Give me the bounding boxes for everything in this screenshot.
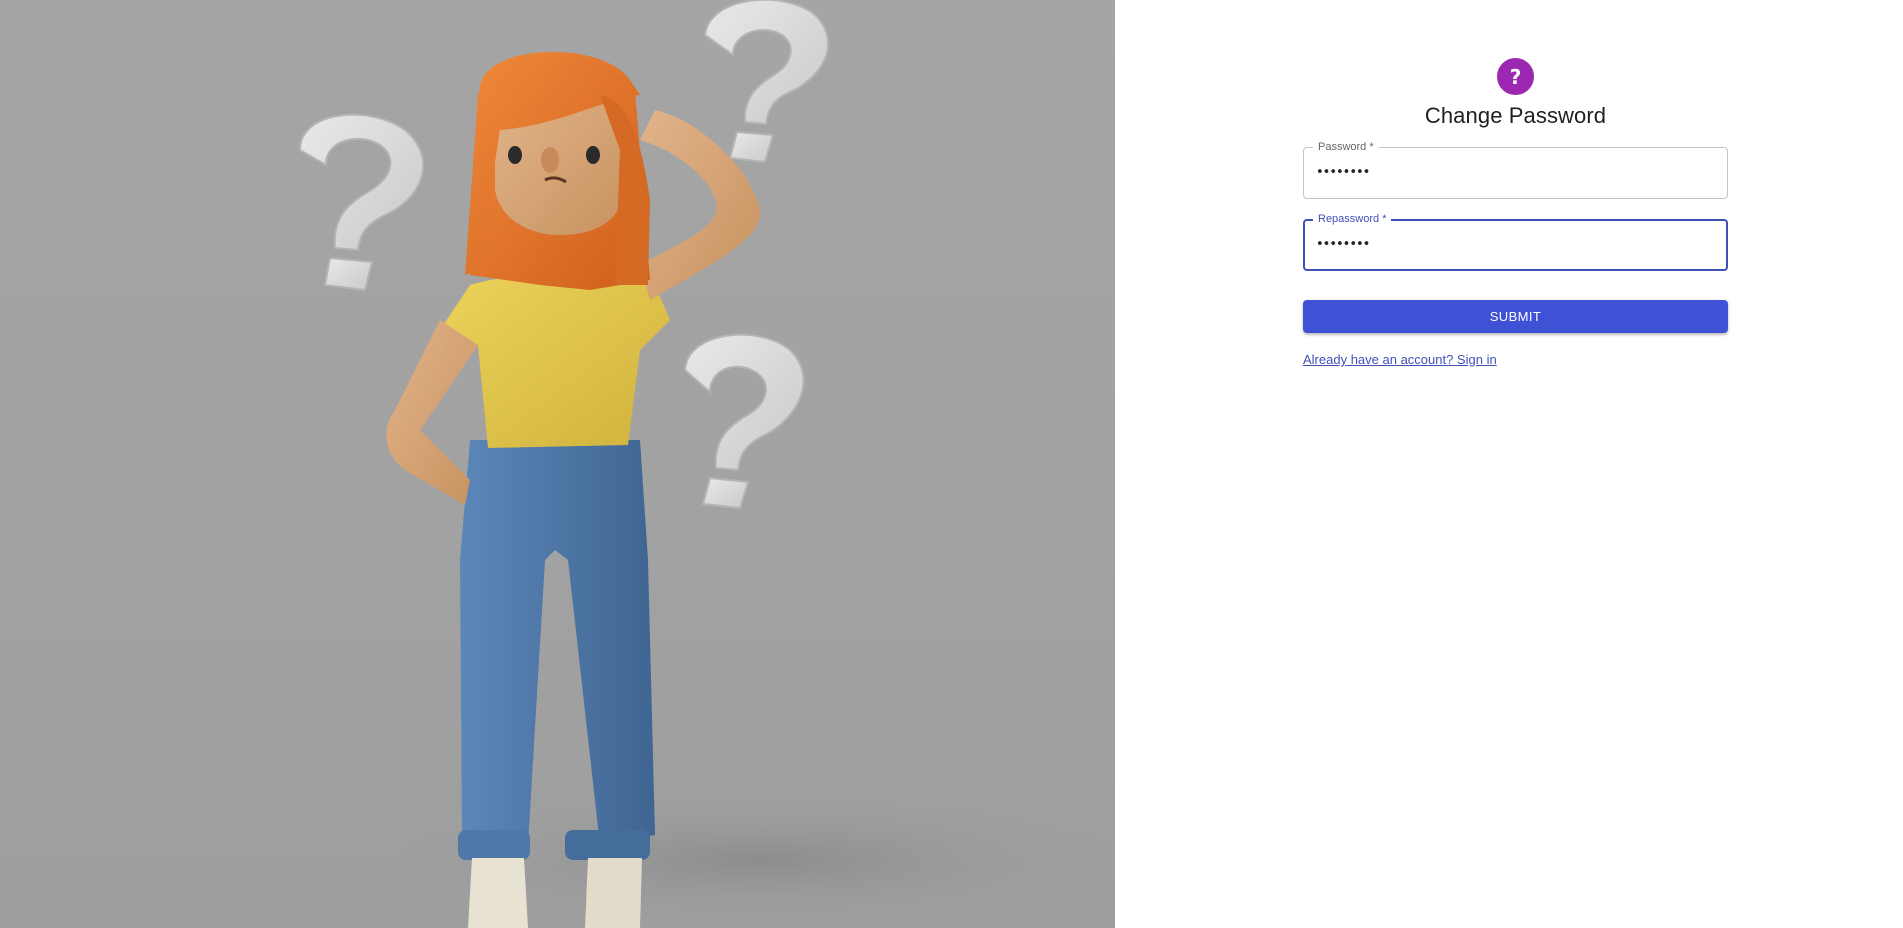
- repassword-input[interactable]: ••••••••: [1316, 221, 1370, 269]
- signin-link-row: Already have an account? Sign in: [1303, 351, 1728, 369]
- avatar-glyph: ?: [1509, 64, 1522, 89]
- password-field[interactable]: Password * ••••••••: [1303, 140, 1728, 199]
- signin-link[interactable]: Already have an account? Sign in: [1303, 352, 1497, 367]
- question-mark-right: [683, 333, 805, 510]
- question-mark-top: [703, 0, 829, 164]
- confused-woman-illustration: [298, 0, 1115, 928]
- submit-button[interactable]: SUBMIT: [1303, 300, 1728, 333]
- password-input[interactable]: ••••••••: [1316, 148, 1370, 198]
- change-password-page: ? Change Password Password * •••••••• Re…: [0, 0, 1903, 928]
- hero-illustration: [0, 0, 1115, 928]
- change-password-form: ? Change Password Password * •••••••• Re…: [1303, 58, 1728, 369]
- form-panel: ? Change Password Password * •••••••• Re…: [1115, 0, 1903, 928]
- page-title: Change Password: [1424, 103, 1607, 128]
- woman-jeans: [458, 440, 655, 860]
- help-question-icon: ?: [1497, 58, 1534, 95]
- repassword-field[interactable]: Repassword * ••••••••: [1303, 212, 1728, 271]
- question-mark-left: [298, 113, 425, 292]
